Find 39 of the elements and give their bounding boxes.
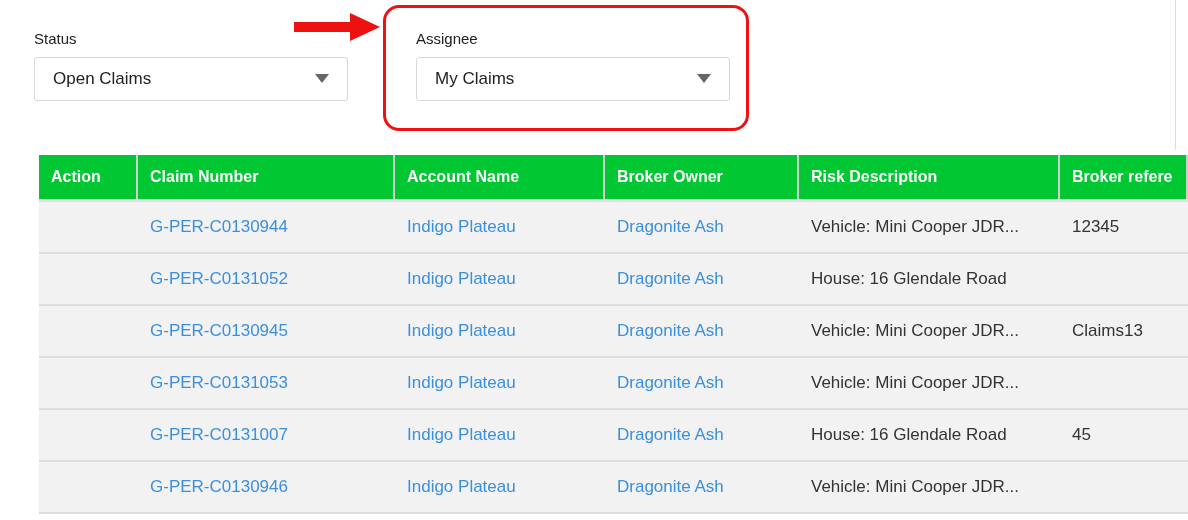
table-link[interactable]: G-PER-C0130946 xyxy=(150,474,288,500)
table-cell-text: Vehicle: Mini Cooper JDR... xyxy=(811,476,1019,499)
table-cell-text: Vehicle: Mini Cooper JDR... xyxy=(811,372,1019,395)
table-link[interactable]: Dragonite Ash xyxy=(617,370,724,396)
table-cell-text: House: 16 Glendale Road xyxy=(811,268,1007,291)
table-cell-text: Vehicle: Mini Cooper JDR... xyxy=(811,320,1019,343)
dropdown[interactable]: My Claims xyxy=(416,56,730,101)
table-link[interactable]: Indigo Plateau xyxy=(407,370,516,396)
column-header[interactable]: Broker Owner xyxy=(605,155,799,199)
table-link[interactable]: Indigo Plateau xyxy=(407,266,516,292)
column-header[interactable]: Account Name xyxy=(395,155,605,199)
table-cell-text: 45 xyxy=(1072,424,1091,447)
caret-down-icon xyxy=(697,74,711,83)
table-cell-text: Claims13 xyxy=(1072,320,1143,343)
table-link[interactable]: Indigo Plateau xyxy=(407,318,516,344)
table-link[interactable]: G-PER-C0130944 xyxy=(150,214,288,240)
table-link[interactable]: Dragonite Ash xyxy=(617,422,724,448)
table-link[interactable]: Dragonite Ash xyxy=(617,214,724,240)
column-header[interactable]: Broker refere xyxy=(1060,155,1188,199)
table-link[interactable]: Indigo Plateau xyxy=(407,214,516,240)
table-link[interactable]: G-PER-C0130945 xyxy=(150,318,288,344)
table-cell-text: 12345 xyxy=(1072,216,1120,239)
table-link[interactable]: Indigo Plateau xyxy=(407,422,516,448)
table-link[interactable]: Dragonite Ash xyxy=(617,318,724,344)
table-cell-text: House: 16 Glendale Road xyxy=(811,424,1007,447)
table-link[interactable]: Dragonite Ash xyxy=(617,474,724,500)
column-header[interactable]: Claim Number xyxy=(138,155,395,199)
field-label: Assignee xyxy=(416,29,479,49)
table-link[interactable]: Dragonite Ash xyxy=(617,266,724,292)
table-link[interactable]: G-PER-C0131007 xyxy=(150,422,288,448)
field-label: Status xyxy=(34,29,78,49)
table-cell-text: Vehicle: Mini Cooper JDR... xyxy=(811,216,1019,239)
caret-down-icon xyxy=(315,74,329,83)
table-link[interactable]: Indigo Plateau xyxy=(407,474,516,500)
table-link[interactable]: G-PER-C0131053 xyxy=(150,370,288,396)
table-link[interactable]: G-PER-C0131052 xyxy=(150,266,288,292)
column-header[interactable]: Risk Description xyxy=(799,155,1060,199)
column-header[interactable]: Action xyxy=(39,155,138,199)
dropdown[interactable]: Open Claims xyxy=(34,56,348,101)
